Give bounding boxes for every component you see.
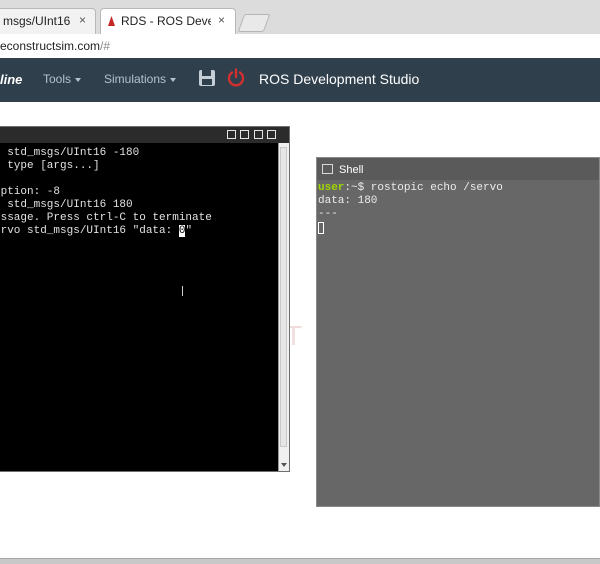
prompt-user: user [318,182,345,194]
shell-prompt-line: user:~$ rostopic echo /servo [318,182,503,194]
terminal-titlebar[interactable] [0,127,289,143]
mouse-ibeam-icon [182,286,183,296]
terminal-scrollbar[interactable] [278,143,289,471]
address-bar[interactable]: econstructsim.com/# [0,34,600,59]
url-path: /# [100,39,111,53]
terminal-line: o std_msgs/UInt16 -180 [0,147,140,159]
tab-label: RDS - ROS Develop [121,14,211,28]
shell-cursor [318,222,324,234]
scroll-down-icon[interactable] [281,463,287,467]
url-text[interactable]: econstructsim.com/# [0,39,110,53]
minimize-icon[interactable] [240,130,249,139]
close-icon[interactable] [267,130,276,139]
tab-close-icon[interactable]: × [218,13,225,27]
caret-down-icon [75,77,82,82]
url-host: econstructsim.com [0,39,101,53]
prompt-command: :~$ rostopic echo /servo [344,182,503,194]
browser-tabstrip: msgs/UInt16 D × RDS - ROS Develop × [0,0,600,34]
browser-tab-msgs[interactable]: msgs/UInt16 D × [0,8,96,34]
window-icon [322,164,333,174]
shell-window[interactable]: Shell user:~$ rostopic echo /servo data:… [316,157,600,507]
new-tab-button[interactable] [237,14,271,32]
save-icon[interactable] [198,69,216,87]
shell-output[interactable]: user:~$ rostopic echo /servo data: 180 -… [317,182,599,502]
navbar-brand[interactable]: line [0,72,22,87]
simulations-menu-label: Simulations [104,72,167,86]
terminal-input-line[interactable]: ervo std_msgs/UInt16 "data: 0" [0,225,192,237]
tab-label: msgs/UInt16 D [3,14,73,28]
terminal-line: c type [args...] [0,160,100,172]
caret-down-icon [170,77,177,82]
shell-line: data: 180 [318,195,378,207]
shell-line: --- [318,208,338,220]
terminal-window[interactable]: o std_msgs/UInt16 -180 c type [args...] … [0,126,290,472]
shell-title: Shell [339,164,364,176]
terminal-output[interactable]: o std_msgs/UInt16 -180 c type [args...] … [0,147,279,467]
tools-menu-label: Tools [43,72,72,86]
tab-close-icon[interactable]: × [79,13,86,27]
terminal-line: essage. Press ctrl-C to terminate [0,212,212,224]
browser-tab-rds[interactable]: RDS - ROS Develop × [100,8,236,34]
bottom-bar [0,558,600,564]
maximize-icon[interactable] [254,130,263,139]
shell-titlebar[interactable]: Shell [317,158,599,180]
restore-icon[interactable] [227,130,236,139]
power-icon[interactable] [226,68,246,88]
terminal-command-end: " [185,225,193,237]
simulations-menu[interactable]: Simulations [104,72,177,86]
terminal-command: ervo std_msgs/UInt16 "data: [0,225,179,237]
favicon-icon [108,16,115,26]
terminal-line: o std_msgs/UInt16 180 [0,199,133,211]
app-navbar: line Tools Simulations ROS Development S… [0,58,600,102]
terminal-line: option: -8 [0,186,61,198]
tools-menu[interactable]: Tools [43,72,82,86]
studio-title: ROS Development Studio [259,71,420,87]
scroll-thumb[interactable] [280,147,287,447]
